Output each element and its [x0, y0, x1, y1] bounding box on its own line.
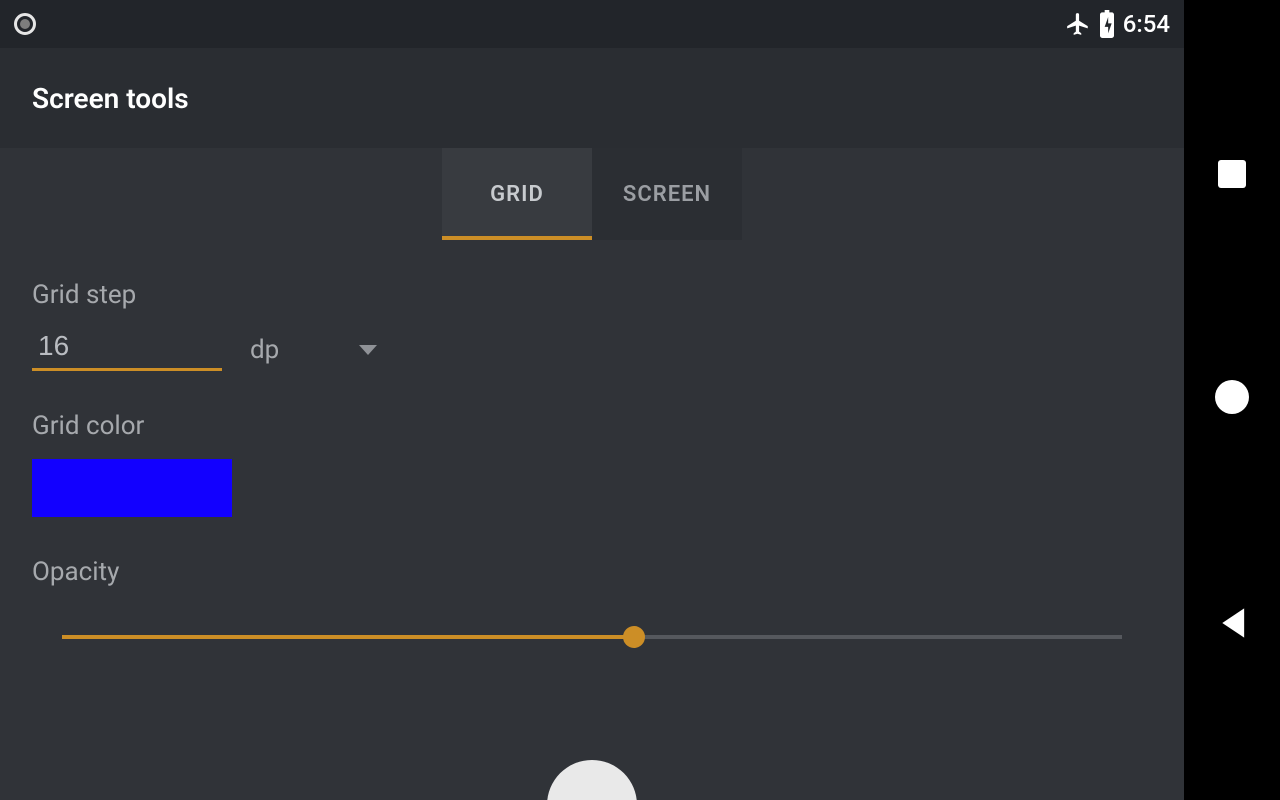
- grid-color-section: Grid color: [32, 411, 1152, 517]
- status-notification-icon: [14, 13, 36, 35]
- opacity-slider-thumb[interactable]: [623, 626, 645, 648]
- floating-action-button[interactable]: [547, 760, 637, 800]
- grid-step-unit-select[interactable]: dp: [250, 335, 377, 371]
- grid-step-unit-value: dp: [250, 335, 279, 365]
- battery-charging-icon: [1099, 10, 1115, 38]
- grid-step-label: Grid step: [32, 280, 1152, 310]
- content-area: Grid step dp Grid color Opacity: [0, 240, 1184, 800]
- status-bar: 6:54: [0, 0, 1184, 48]
- grid-step-input[interactable]: [32, 328, 222, 371]
- page-title: Screen tools: [32, 82, 189, 115]
- app-bar: Screen tools: [0, 48, 1184, 148]
- opacity-label: Opacity: [32, 557, 1152, 587]
- tab-grid[interactable]: GRID: [442, 148, 592, 240]
- chevron-down-icon: [359, 345, 377, 355]
- grid-step-section: Grid step dp: [32, 280, 1152, 371]
- opacity-slider[interactable]: [62, 635, 1122, 639]
- tab-screen[interactable]: SCREEN: [592, 148, 742, 240]
- nav-recent-button[interactable]: [1218, 160, 1246, 188]
- opacity-section: Opacity: [32, 557, 1152, 639]
- status-clock: 6:54: [1123, 10, 1170, 38]
- opacity-slider-fill: [62, 635, 634, 639]
- grid-color-swatch[interactable]: [32, 459, 232, 517]
- nav-back-button[interactable]: [1217, 606, 1247, 640]
- system-nav-bar: [1184, 0, 1280, 800]
- airplane-mode-icon: [1065, 11, 1091, 37]
- grid-color-label: Grid color: [32, 411, 1152, 441]
- nav-home-button[interactable]: [1215, 380, 1249, 414]
- tab-bar: GRID SCREEN: [0, 148, 1184, 240]
